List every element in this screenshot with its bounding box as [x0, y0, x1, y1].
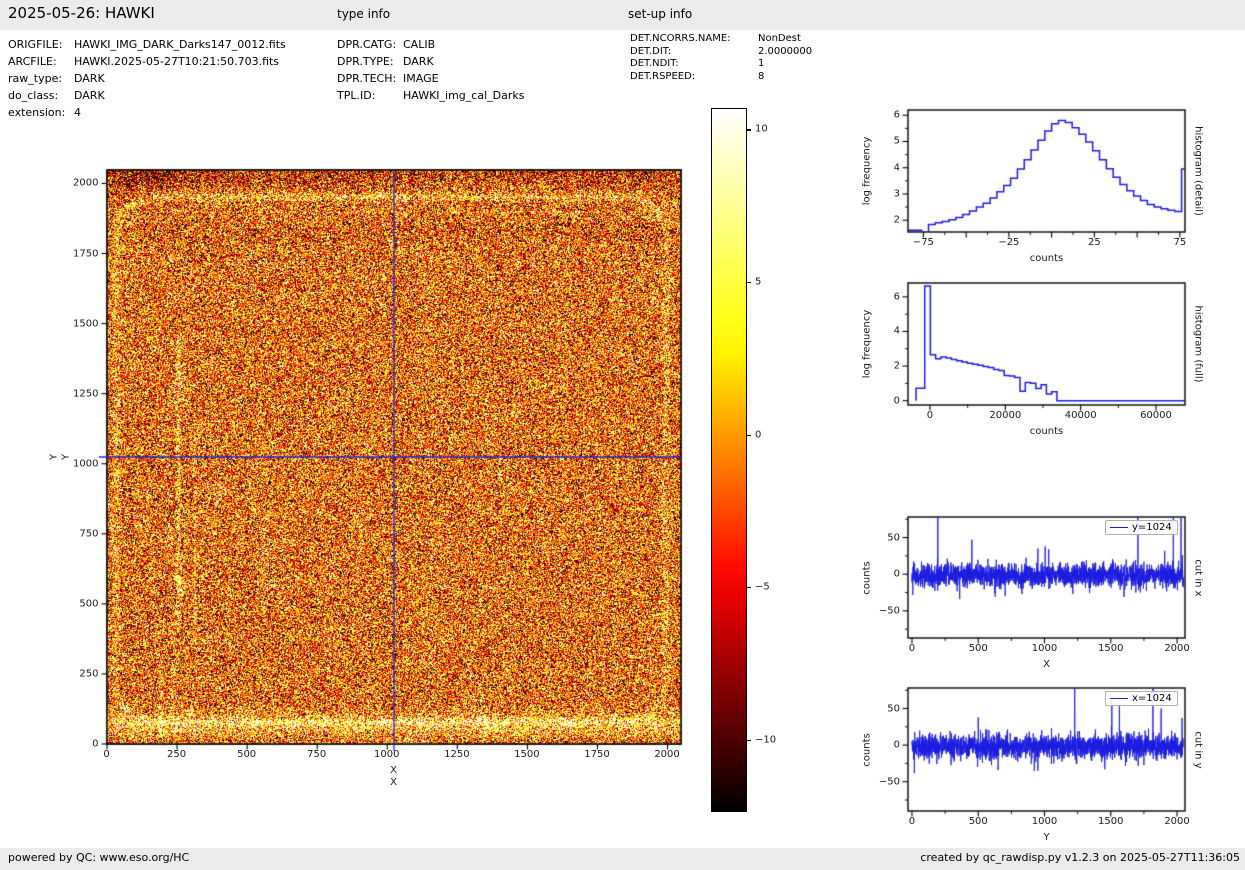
info-value: 4: [74, 104, 81, 121]
info-row: TPL.ID:HAWKI_img_cal_Darks: [337, 87, 524, 104]
info-row: DET.DIT:2.0000000: [630, 46, 812, 59]
footer-powered-by-link[interactable]: powered by QC: www.eso.org/HC: [8, 851, 189, 864]
legend-box: x=1024: [1105, 691, 1178, 706]
file-info-block: ORIGFILE:HAWKI_IMG_DARK_Darks147_0012.fi…: [8, 36, 286, 121]
info-row: do_class:DARK: [8, 87, 286, 104]
colorbar-tick-mark: [746, 740, 751, 741]
type-info-title: type info: [337, 7, 390, 21]
x-axis-label: Y: [1043, 832, 1049, 843]
info-row: DET.NDIT:1: [630, 58, 812, 71]
info-label: DPR.TYPE:: [337, 53, 403, 70]
colorbar: [711, 108, 747, 812]
info-row: DET.NCORRS.NAME:NonDest: [630, 33, 812, 46]
info-label: do_class:: [8, 87, 74, 104]
info-row: DPR.TYPE:DARK: [337, 53, 524, 70]
footer-created-by: created by qc_rawdisp.py v1.2.3 on 2025-…: [920, 851, 1240, 864]
legend-box: y=1024: [1105, 520, 1178, 535]
info-row: DET.RSPEED:8: [630, 71, 812, 84]
info-row: ARCFILE:HAWKI.2025-05-27T10:21:50.703.fi…: [8, 53, 286, 70]
legend-line-sample: [1110, 698, 1128, 699]
type-info-block: DPR.CATG:CALIBDPR.TYPE:DARKDPR.TECH:IMAG…: [337, 36, 524, 104]
info-value: NonDest: [758, 33, 801, 46]
x-axis-label: counts: [1030, 426, 1063, 437]
info-label: ARCFILE:: [8, 53, 74, 70]
y-axis-label: Y: [60, 454, 71, 460]
colorbar-tick-mark: [746, 282, 751, 283]
info-value: DARK: [74, 87, 105, 104]
colorbar-tick-mark: [746, 587, 751, 588]
y-axis-label: log frequency: [862, 137, 873, 206]
y-axis-label: counts: [862, 561, 873, 594]
colorbar-tick-label: 10: [755, 124, 768, 135]
page-title: 2025-05-26: HAWKI: [8, 4, 155, 22]
info-value: HAWKI_img_cal_Darks: [403, 87, 524, 104]
info-value: 1: [758, 58, 764, 71]
info-label: DET.NCORRS.NAME:: [630, 33, 758, 46]
y-axis-label: Y: [49, 454, 60, 460]
x-axis-label: X: [390, 777, 397, 788]
colorbar-tick-label: −5: [755, 582, 770, 593]
info-value: 8: [758, 71, 764, 84]
info-label: DET.RSPEED:: [630, 71, 758, 84]
hist_full-plot-canvas: [894, 269, 1199, 419]
colorbar-tick-label: 0: [755, 429, 761, 440]
info-value: HAWKI.2025-05-27T10:21:50.703.fits: [74, 53, 279, 70]
info-label: TPL.ID:: [337, 87, 403, 104]
info-row: extension:4: [8, 104, 286, 121]
x-axis-label: X: [1043, 659, 1050, 670]
info-label: raw_type:: [8, 70, 74, 87]
info-label: DET.DIT:: [630, 46, 758, 59]
colorbar-tick-label: 5: [755, 276, 761, 287]
colorbar-tick-label: −10: [755, 734, 776, 745]
legend-line-sample: [1110, 527, 1128, 528]
colorbar-tick-mark: [746, 129, 751, 130]
info-row: raw_type:DARK: [8, 70, 286, 87]
qc-report-page: 2025-05-26: HAWKI type info set-up info …: [0, 0, 1245, 870]
info-value: HAWKI_IMG_DARK_Darks147_0012.fits: [74, 36, 286, 53]
header-bar: [0, 0, 1245, 30]
info-row: ORIGFILE:HAWKI_IMG_DARK_Darks147_0012.fi…: [8, 36, 286, 53]
info-value: DARK: [403, 53, 434, 70]
info-label: DPR.TECH:: [337, 70, 403, 87]
hist_detail-plot-canvas: [894, 96, 1199, 246]
info-value: DARK: [74, 70, 105, 87]
setup-info-block: DET.NCORRS.NAME:NonDestDET.DIT:2.0000000…: [630, 33, 812, 83]
y-axis-label: log frequency: [862, 310, 873, 379]
info-row: DPR.TECH:IMAGE: [337, 70, 524, 87]
x-axis-label: X: [390, 765, 397, 776]
x-axis-label: counts: [1030, 253, 1063, 264]
detector-image-canvas: [93, 156, 695, 758]
info-label: extension:: [8, 104, 74, 121]
setup-info-title: set-up info: [628, 7, 692, 21]
legend-label: y=1024: [1132, 522, 1172, 533]
info-value: 2.0000000: [758, 46, 812, 59]
info-label: DET.NDIT:: [630, 58, 758, 71]
info-label: DPR.CATG:: [337, 36, 403, 53]
info-label: ORIGFILE:: [8, 36, 74, 53]
colorbar-tick-mark: [746, 435, 751, 436]
info-row: DPR.CATG:CALIB: [337, 36, 524, 53]
info-value: IMAGE: [403, 70, 439, 87]
info-value: CALIB: [403, 36, 435, 53]
y-axis-label: counts: [862, 733, 873, 766]
legend-label: x=1024: [1132, 693, 1172, 704]
